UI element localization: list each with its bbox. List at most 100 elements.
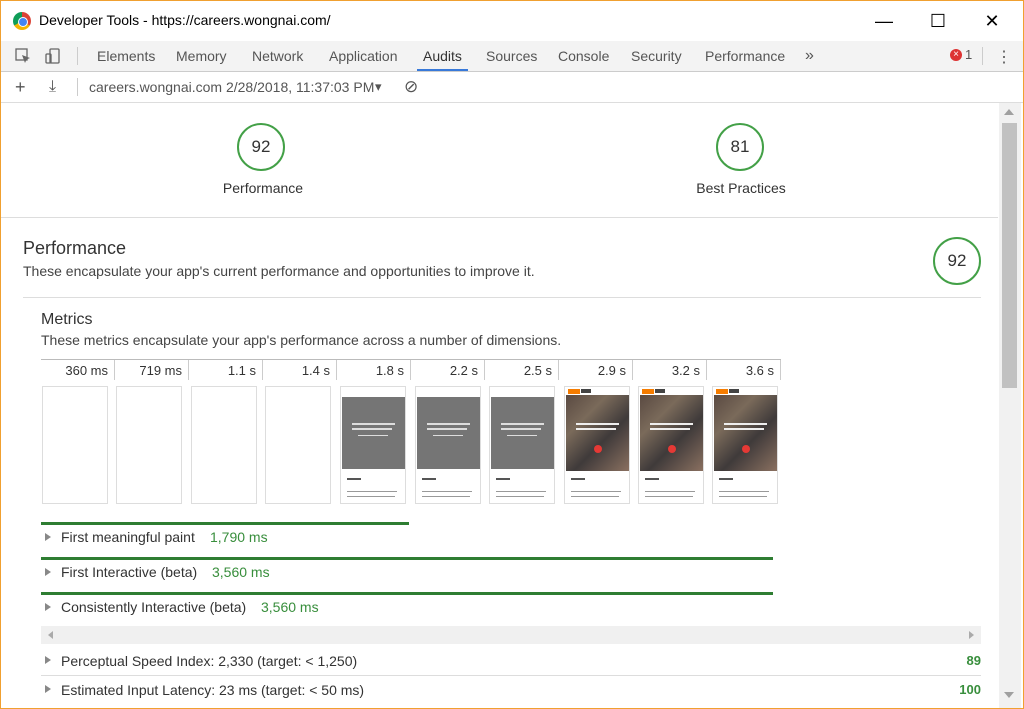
filmstrip-frame-photo: [712, 386, 778, 504]
audits-toolbar: + ⤓ careers.wongnai.com 2/28/2018, 11:37…: [1, 72, 1023, 103]
devtools-tab-strip: Elements Memory Network Application Audi…: [1, 41, 1023, 72]
filmstrip-frame-photo: [564, 386, 630, 504]
scroll-up-icon[interactable]: [1004, 109, 1014, 115]
title-bar: Developer Tools - https://careers.wongna…: [1, 1, 1023, 41]
best-practices-summary-gauge[interactable]: 81: [716, 123, 764, 171]
performance-section-gauge: 92: [933, 237, 981, 285]
tab-network[interactable]: Network: [252, 41, 303, 71]
filmstrip-frame-blank: [265, 386, 331, 504]
timeline-tick: 1.8 s: [337, 360, 411, 380]
expand-caret-icon[interactable]: [45, 685, 51, 693]
scroll-down-icon[interactable]: [1004, 692, 1014, 698]
download-report-icon[interactable]: ⤓: [49, 72, 56, 102]
scroll-left-icon[interactable]: [48, 631, 53, 639]
metrics-title: Metrics: [41, 311, 93, 328]
audit-report: 92 Performance 81 Best Practices Perform…: [1, 103, 998, 708]
window-title: Developer Tools - https://careers.wongna…: [39, 12, 331, 28]
devtools-window: Developer Tools - https://careers.wongna…: [0, 0, 1024, 709]
metric-row-consistently-interactive[interactable]: Consistently Interactive (beta) 3,560 ms: [41, 595, 781, 623]
scrollbar-thumb[interactable]: [1002, 123, 1017, 388]
timeline-tick: 360 ms: [41, 360, 115, 380]
metric-label: Perceptual Speed Index: 2,330 (target: <…: [61, 653, 358, 669]
performance-section-title: Performance: [23, 238, 127, 258]
metric-score: 89: [966, 653, 981, 668]
filmstrip-frame-photo: [638, 386, 704, 504]
new-audit-button[interactable]: +: [15, 72, 26, 102]
metric-label: Estimated Input Latency: 23 ms (target: …: [61, 682, 365, 698]
toolbar-divider: [77, 47, 78, 65]
frame-hero-photo: [640, 395, 703, 471]
filmstrip-frame-grey: [489, 386, 555, 504]
wongnai-logo-icon: [568, 389, 580, 394]
tab-memory[interactable]: Memory: [176, 41, 227, 71]
filmstrip-frame-blank: [42, 386, 108, 504]
kebab-menu-icon[interactable]: ⋮: [996, 47, 1012, 67]
metric-row-perceptual-speed-index[interactable]: Perceptual Speed Index: 2,330 (target: <…: [41, 649, 981, 675]
timeline-tick: 1.1 s: [189, 360, 263, 380]
frame-hero-placeholder: [342, 397, 405, 469]
maximize-button[interactable]: ☐: [915, 7, 961, 35]
chrome-logo-icon: [13, 12, 31, 30]
subsection-divider: [23, 297, 981, 298]
timeline-tick: 1.4 s: [263, 360, 337, 380]
filmstrip-frame-blank: [116, 386, 182, 504]
frame-hero-photo: [566, 395, 629, 471]
metric-row-first-interactive[interactable]: First Interactive (beta) 3,560 ms: [41, 560, 781, 588]
inspect-element-icon[interactable]: [15, 48, 31, 64]
performance-section-description: These encapsulate your app's current per…: [23, 263, 535, 279]
tab-console[interactable]: Console: [558, 41, 609, 71]
tab-sources[interactable]: Sources: [486, 41, 537, 71]
vertical-scrollbar[interactable]: [999, 103, 1021, 708]
tab-security[interactable]: Security: [631, 41, 682, 71]
toolbar-divider: [982, 47, 983, 65]
best-practices-summary-label[interactable]: Best Practices: [681, 180, 801, 196]
scroll-right-icon[interactable]: [969, 631, 974, 639]
timeline-tick: 2.2 s: [411, 360, 485, 380]
filmstrip-timeline: 360 ms 719 ms 1.1 s 1.4 s 1.8 s 2.2 s 2.…: [41, 359, 781, 380]
tab-performance[interactable]: Performance: [705, 41, 785, 71]
tab-application[interactable]: Application: [329, 41, 398, 71]
metric-value: 1,790 ms: [210, 529, 268, 545]
timeline-tick: 2.9 s: [559, 360, 633, 380]
tab-audits[interactable]: Audits: [417, 41, 468, 71]
error-icon[interactable]: ×: [950, 49, 962, 61]
clear-all-icon[interactable]: ⊘: [404, 72, 418, 102]
metrics-description: These metrics encapsulate your app's per…: [41, 332, 562, 348]
frame-hero-placeholder: [417, 397, 480, 469]
error-count[interactable]: 1: [965, 47, 972, 62]
timeline-tick: 719 ms: [115, 360, 189, 380]
minimize-button[interactable]: —: [861, 7, 907, 35]
device-toolbar-icon[interactable]: [45, 48, 61, 64]
expand-caret-icon[interactable]: [45, 568, 51, 576]
timeline-tick: 3.6 s: [707, 360, 781, 380]
report-dropdown-icon[interactable]: ▾: [375, 72, 382, 102]
expand-caret-icon[interactable]: [45, 533, 51, 541]
section-divider: [1, 217, 998, 218]
metric-label: Consistently Interactive (beta): [61, 599, 247, 615]
horizontal-scrollbar[interactable]: [41, 626, 981, 644]
metric-row-first-meaningful-paint[interactable]: First meaningful paint 1,790 ms: [41, 525, 781, 553]
metric-label: First meaningful paint: [61, 529, 195, 545]
metric-label: First Interactive (beta): [61, 564, 198, 580]
filmstrip-frame-grey: [340, 386, 406, 504]
metric-row-estimated-input-latency[interactable]: Estimated Input Latency: 23 ms (target: …: [41, 678, 981, 704]
performance-summary-gauge[interactable]: 92: [237, 123, 285, 171]
wongnai-logo-icon: [716, 389, 728, 394]
report-select-label[interactable]: careers.wongnai.com 2/28/2018, 11:37:03 …: [89, 72, 374, 102]
frame-hero-photo: [714, 395, 777, 471]
metric-score: 100: [959, 682, 981, 697]
close-button[interactable]: ✕: [969, 7, 1015, 35]
timeline-tick: 2.5 s: [485, 360, 559, 380]
metric-value: 3,560 ms: [261, 599, 319, 615]
wongnai-logo-icon: [642, 389, 654, 394]
more-tabs-button[interactable]: »: [805, 41, 814, 71]
timeline-tick: 3.2 s: [633, 360, 707, 380]
performance-summary-label[interactable]: Performance: [203, 180, 323, 196]
expand-caret-icon[interactable]: [45, 603, 51, 611]
tab-elements[interactable]: Elements: [97, 41, 155, 71]
frame-hero-placeholder: [491, 397, 554, 469]
toolbar-divider: [77, 78, 78, 96]
filmstrip-frame-blank: [191, 386, 257, 504]
filmstrip-frame-grey: [415, 386, 481, 504]
expand-caret-icon[interactable]: [45, 656, 51, 664]
